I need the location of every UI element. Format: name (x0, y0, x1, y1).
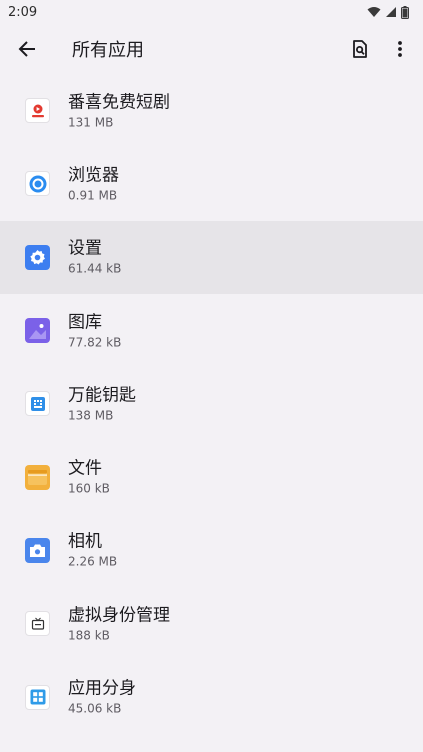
gallery-icon (25, 318, 50, 344)
app-row-gallery[interactable]: 图库 77.82 kB (0, 294, 423, 367)
app-size: 61.44 kB (68, 261, 122, 276)
app-size: 131 MB (68, 115, 114, 130)
app-name: 浏览器 (68, 165, 119, 186)
app-size: 138 MB (68, 408, 114, 423)
more-options-button[interactable] (383, 32, 417, 66)
app-row-browser[interactable]: 浏览器 0.91 MB (0, 147, 423, 220)
more-vert-icon (398, 41, 402, 57)
app-row-camera[interactable]: 相机 2.26 MB (0, 514, 423, 587)
app-name: 虚拟身份管理 (68, 605, 170, 626)
gear-icon (25, 244, 50, 270)
tv-icon (25, 611, 50, 637)
play-red-icon (25, 98, 50, 124)
app-name: 图库 (68, 312, 102, 333)
app-row-virtual-identity[interactable]: 虚拟身份管理 188 kB (0, 587, 423, 660)
app-name: 设置 (68, 238, 102, 259)
camera-icon (25, 537, 50, 563)
app-name: 番喜免费短剧 (68, 92, 170, 113)
arrow-back-icon (18, 41, 35, 57)
grid-icon (25, 684, 50, 710)
back-button[interactable] (10, 32, 44, 66)
app-name: 相机 (68, 531, 102, 552)
app-name: 应用分身 (68, 678, 136, 699)
app-size: 160 kB (68, 481, 110, 496)
wifi-key-icon (25, 391, 50, 417)
app-size: 0.91 MB (68, 188, 118, 203)
search-apps-button[interactable] (343, 32, 377, 66)
app-name: 文件 (68, 458, 102, 479)
status-bar: 2:09 (0, 0, 423, 24)
app-size: 45.06 kB (68, 701, 122, 716)
wifi-icon (367, 7, 381, 17)
folder-icon (25, 464, 50, 490)
app-size: 77.82 kB (68, 335, 122, 350)
status-icons (367, 5, 409, 19)
status-time: 2:09 (8, 4, 38, 20)
page-title: 所有应用 (72, 40, 144, 61)
app-row-app-clone[interactable]: 应用分身 45.06 kB (0, 660, 423, 733)
app-row-wifi-key[interactable]: 万能钥匙 138 MB (0, 367, 423, 440)
app-bar: 所有应用 (0, 24, 423, 74)
app-size: 188 kB (68, 628, 110, 643)
app-row-files[interactable]: 文件 160 kB (0, 440, 423, 513)
search-document-icon (353, 40, 367, 58)
app-row-fanxi[interactable]: 番喜免费短剧 131 MB (0, 74, 423, 147)
app-size: 2.26 MB (68, 554, 118, 569)
app-list: 番喜免费短剧 131 MB 浏览器 0.91 MB 设置 61.44 kB 图库… (0, 74, 423, 734)
signal-icon (386, 7, 396, 17)
browser-icon (25, 171, 50, 197)
app-name: 万能钥匙 (68, 385, 136, 406)
app-row-settings[interactable]: 设置 61.44 kB (0, 220, 423, 294)
battery-icon (401, 5, 409, 19)
